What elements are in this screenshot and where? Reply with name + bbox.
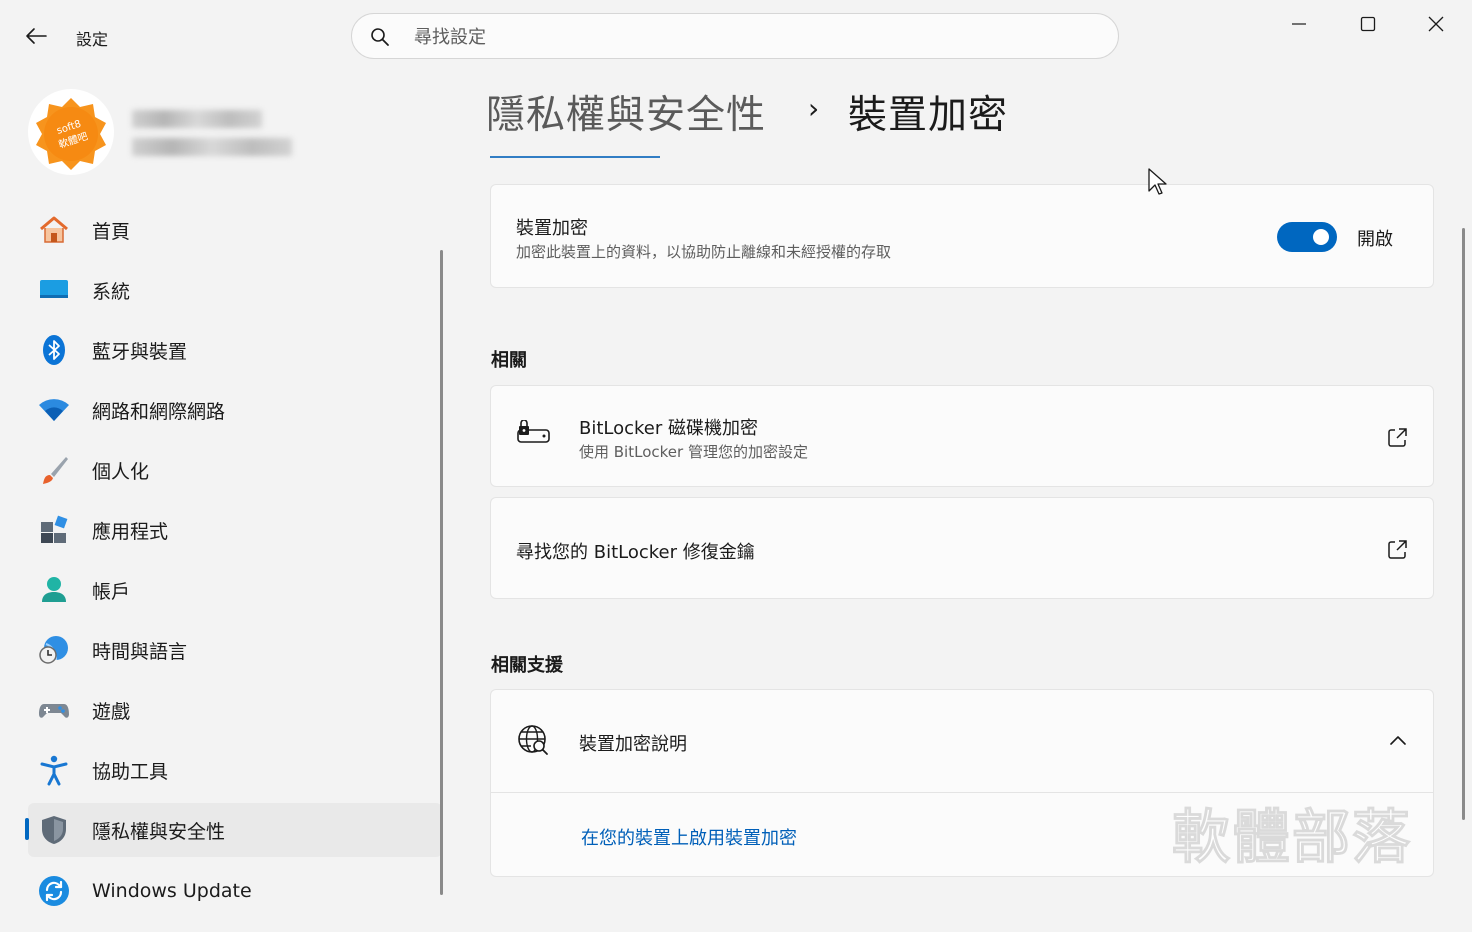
sidebar-item-label: 時間與語言 [92, 640, 188, 663]
search-box[interactable] [351, 13, 1119, 60]
sidebar-item-label: 帳戶 [92, 580, 131, 603]
wifi-icon [38, 394, 70, 426]
device-encryption-card: 裝置加密 加密此裝置上的資料，以協助防止離線和未經授權的存取 開啟 [490, 184, 1434, 288]
app-title: 設定 [76, 30, 109, 49]
accessibility-icon [38, 754, 70, 786]
user-name-blurred [132, 110, 262, 128]
sidebar-item-label: 協助工具 [92, 760, 169, 783]
sidebar-item-home[interactable]: 首頁 [28, 203, 442, 257]
sidebar-item-label: Windows Update [92, 880, 252, 902]
watermark: 軟體部落 [1171, 803, 1413, 872]
related-header: 相關 [491, 350, 527, 371]
user-email-blurred [132, 138, 292, 156]
maximize-icon [1360, 16, 1376, 32]
sidebar-scrollbar[interactable] [440, 250, 443, 895]
minimize-button[interactable] [1276, 8, 1322, 40]
bitlocker-card[interactable]: BitLocker 磁碟機加密 使用 BitLocker 管理您的加密設定 [490, 385, 1434, 487]
device-encryption-title: 裝置加密 [516, 218, 588, 239]
avatar[interactable]: soft8 軟體吧 [27, 88, 115, 176]
related-support-header: 相關支援 [491, 655, 563, 676]
mouse-cursor-icon [1148, 168, 1167, 195]
close-icon [1428, 16, 1444, 32]
sidebar-item-label: 系統 [92, 280, 131, 303]
arrow-left-icon [26, 28, 47, 44]
globe-search-icon [518, 725, 548, 755]
sidebar-item-bluetooth[interactable]: 藍牙與裝置 [28, 323, 442, 377]
sidebar-item-privacy-security[interactable]: 隱私權與安全性 [28, 803, 442, 857]
sidebar-item-accessibility[interactable]: 協助工具 [28, 743, 442, 797]
sidebar-item-network[interactable]: 網路和網際網路 [28, 383, 442, 437]
main-scrollbar[interactable] [1462, 228, 1465, 820]
search-icon [371, 28, 389, 46]
gamepad-icon [38, 694, 70, 726]
brush-icon [38, 454, 70, 486]
sidebar-item-time-language[interactable]: 時間與語言 [28, 623, 442, 677]
toggle-state-label: 開啟 [1357, 229, 1393, 250]
avatar-badge-icon: soft8 軟體吧 [28, 89, 114, 175]
device-encryption-description: 加密此裝置上的資料，以協助防止離線和未經授權的存取 [516, 243, 892, 261]
sidebar-item-label: 遊戲 [92, 700, 131, 723]
maximize-button[interactable] [1345, 8, 1391, 40]
time-language-icon [38, 634, 70, 666]
minimize-icon [1292, 23, 1306, 25]
shield-icon [38, 814, 70, 846]
enable-encryption-link[interactable]: 在您的裝置上啟用裝置加密 [581, 824, 797, 850]
breadcrumb-parent[interactable]: 隱私權與安全性 [486, 84, 766, 140]
home-icon [38, 214, 70, 246]
close-button[interactable] [1413, 8, 1459, 40]
breadcrumb-separator: › [808, 92, 820, 125]
account-icon [38, 574, 70, 606]
toggle-knob [1313, 229, 1329, 245]
recovery-key-label: 尋找您的 BitLocker 修復金鑰 [516, 542, 755, 563]
scrolled-content-fragment [490, 150, 660, 160]
sidebar-item-system[interactable]: 系統 [28, 263, 442, 317]
page-title: 裝置加密 [848, 93, 1009, 138]
sidebar-item-label: 藍牙與裝置 [92, 340, 188, 363]
bluetooth-icon [38, 334, 70, 366]
search-input[interactable] [412, 14, 1106, 60]
windows-update-icon [38, 875, 70, 907]
bitlocker-title: BitLocker 磁碟機加密 [579, 418, 759, 439]
sidebar-item-label: 個人化 [92, 460, 150, 483]
sidebar-item-label: 網路和網際網路 [92, 400, 226, 423]
device-encryption-toggle[interactable] [1277, 222, 1337, 252]
sidebar-item-apps[interactable]: 應用程式 [28, 503, 442, 557]
sidebar-item-gaming[interactable]: 遊戲 [28, 683, 442, 737]
bitlocker-description: 使用 BitLocker 管理您的加密設定 [579, 443, 808, 461]
recovery-key-card[interactable]: 尋找您的 BitLocker 修復金鑰 [490, 497, 1434, 599]
sidebar-item-label: 應用程式 [92, 520, 169, 543]
sidebar-item-personalization[interactable]: 個人化 [28, 443, 442, 497]
sidebar-item-label: 首頁 [92, 220, 131, 243]
apps-icon [38, 514, 70, 546]
sidebar-item-accounts[interactable]: 帳戶 [28, 563, 442, 617]
support-expander-header[interactable]: 裝置加密說明 [491, 690, 1433, 793]
sidebar-item-label: 隱私權與安全性 [92, 820, 226, 843]
back-button[interactable] [22, 24, 50, 48]
selected-indicator [25, 818, 29, 840]
help-title: 裝置加密說明 [579, 734, 687, 755]
sidebar-item-windows-update[interactable]: Windows Update [28, 864, 442, 918]
open-external-icon [1388, 428, 1407, 447]
open-external-icon [1388, 540, 1407, 559]
system-icon [38, 274, 70, 306]
drive-lock-icon [517, 420, 550, 443]
chevron-up-icon [1390, 736, 1406, 745]
